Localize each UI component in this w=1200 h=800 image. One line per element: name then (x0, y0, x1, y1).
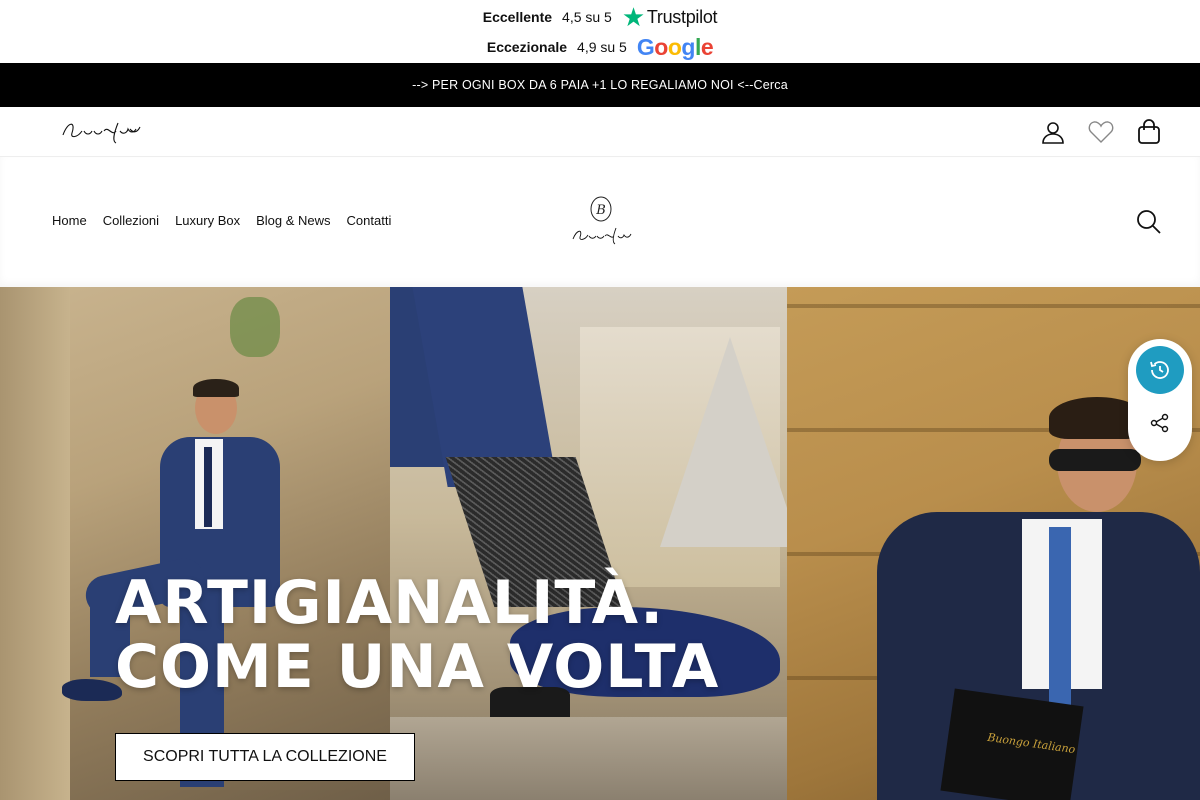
trustpilot-rating[interactable]: Eccellente 4,5 su 5 ★ Trustpilot (0, 4, 1200, 30)
google-letter: g (681, 33, 695, 60)
hero-title-line1: ARTIGIANALITÀ. (115, 568, 665, 638)
trustpilot-score: 4,5 su 5 (562, 9, 612, 25)
nav-item-collezioni[interactable]: Collezioni (103, 213, 159, 228)
google-label: Eccezionale (486, 39, 568, 55)
hero-title-line2: COME UNA VOLTA (115, 632, 720, 702)
hero-image-center (390, 287, 800, 800)
ratings-bar: Eccellente 4,5 su 5 ★ Trustpilot Eccezio… (0, 0, 1200, 63)
trustpilot-logo: ★ Trustpilot (621, 2, 718, 32)
svg-text:B: B (595, 203, 606, 218)
trustpilot-label: Eccellente (482, 9, 553, 25)
google-letter: e (700, 33, 714, 60)
trustpilot-brand: Trustpilot (646, 6, 718, 27)
google-letter: o (654, 33, 668, 60)
monogram-logo-icon: B (572, 196, 632, 245)
search-icon[interactable] (1136, 209, 1162, 235)
side-widget (1128, 339, 1192, 461)
discover-collection-button[interactable]: SCOPRI TUTTA LA COLLEZIONE (115, 733, 415, 781)
nav-item-luxury-box[interactable]: Luxury Box (175, 213, 240, 228)
announcement-bar[interactable]: --> PER OGNI BOX DA 6 PAIA +1 LO REGALIA… (0, 63, 1200, 107)
google-logo: Google (636, 33, 714, 61)
google-letter: o (667, 33, 682, 60)
signature-logo-icon (62, 122, 141, 144)
nav-item-contatti[interactable]: Contatti (347, 213, 392, 228)
hero-banner: Buongo Italiano ARTIGIANALITÀ. COME UNA … (0, 287, 1200, 800)
main-navigation: Home Collezioni Luxury Box Blog & News C… (0, 157, 1200, 287)
bag-icon[interactable] (1136, 119, 1162, 145)
share-icon[interactable] (1148, 411, 1172, 435)
heart-icon[interactable] (1088, 119, 1114, 145)
nav-links: Home Collezioni Luxury Box Blog & News C… (52, 213, 407, 228)
small-logo[interactable] (60, 117, 142, 149)
announcement-text: --> PER OGNI BOX DA 6 PAIA +1 LO REGALIA… (412, 78, 788, 92)
google-score: 4,9 su 5 (577, 39, 627, 55)
hero-image-left (0, 287, 390, 800)
trustpilot-star-icon: ★ (621, 2, 645, 32)
center-logo[interactable]: B (566, 195, 636, 252)
google-letter: G (636, 33, 655, 60)
history-icon[interactable] (1136, 346, 1184, 394)
google-rating[interactable]: Eccezionale 4,9 su 5 Google (0, 34, 1200, 60)
utility-header (0, 107, 1200, 157)
nav-item-blog-news[interactable]: Blog & News (256, 213, 330, 228)
hero-title: ARTIGIANALITÀ. COME UNA VOLTA (115, 571, 719, 699)
nav-item-home[interactable]: Home (52, 213, 87, 228)
user-icon[interactable] (1040, 119, 1066, 145)
